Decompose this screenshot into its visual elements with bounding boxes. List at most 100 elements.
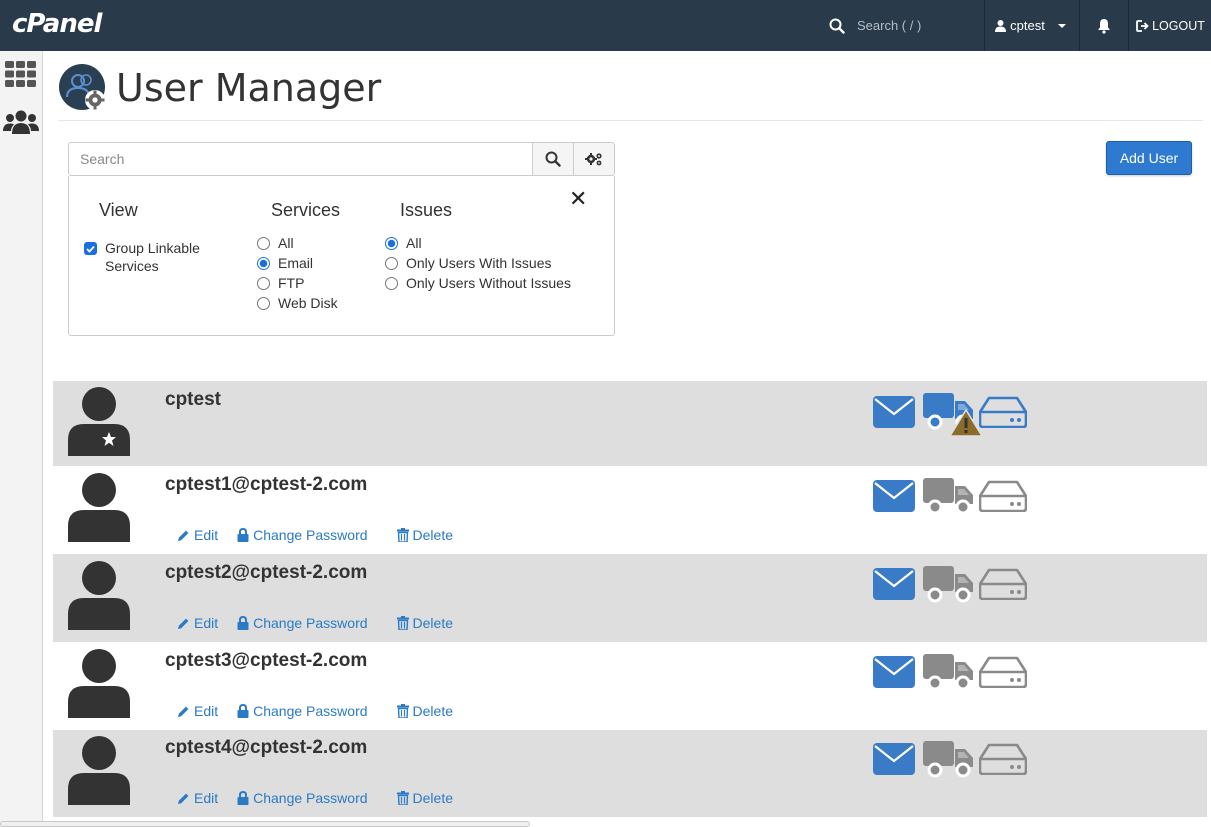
users-icon[interactable] [3, 108, 39, 136]
user-menu[interactable]: cptest [986, 0, 1078, 51]
filter-settings-button[interactable] [574, 142, 615, 176]
username: cptest2@cptest-2.com [165, 562, 368, 583]
delete-label: Delete [412, 703, 453, 719]
user-icon [995, 19, 1007, 32]
edit-link[interactable]: Edit [177, 527, 218, 543]
user-row: cptest4@cptest-2.com Edit Change Passwor… [53, 730, 1207, 817]
user-manager-icon [59, 64, 105, 110]
row-actions: Edit Change Password Delete [177, 527, 453, 543]
change-password-label: Change Password [253, 527, 368, 543]
radio-unselected-icon [257, 297, 270, 310]
service-icons [873, 476, 1027, 516]
ftp-service-icon[interactable] [923, 564, 975, 604]
services-radio-all[interactable]: All [257, 234, 294, 252]
webdisk-service-icon[interactable] [979, 656, 1027, 688]
edit-link[interactable]: Edit [177, 615, 218, 631]
bell-icon [1098, 18, 1110, 34]
logout-label: LOGOUT [1152, 18, 1205, 33]
change-password-link[interactable]: Change Password [237, 790, 368, 806]
ftp-service-icon[interactable] [923, 476, 975, 516]
edit-link[interactable]: Edit [177, 790, 218, 806]
radio-unselected-icon [257, 277, 270, 290]
close-icon[interactable]: ✕ [569, 186, 587, 212]
webdisk-service-icon[interactable] [979, 568, 1027, 600]
services-option-label: All [278, 235, 294, 251]
search-icon [545, 151, 561, 167]
trash-icon [396, 616, 409, 630]
checkbox-checked-icon [84, 242, 97, 255]
webdisk-service-icon[interactable] [979, 480, 1027, 512]
divider [1128, 0, 1129, 51]
issues-radio-without-issues[interactable]: Only Users Without Issues [385, 274, 571, 292]
user-search-input[interactable] [68, 142, 533, 176]
radio-unselected-icon [257, 237, 270, 250]
edit-label: Edit [194, 790, 219, 806]
radio-selected-icon [257, 257, 270, 270]
notifications-button[interactable] [1080, 0, 1128, 51]
pencil-icon [178, 793, 189, 804]
change-password-link[interactable]: Change Password [237, 527, 368, 543]
service-icons [873, 739, 1027, 779]
delete-link[interactable]: Delete [396, 615, 453, 631]
delete-link[interactable]: Delete [396, 790, 453, 806]
services-radio-email[interactable]: Email [257, 254, 313, 272]
webdisk-service-icon[interactable] [979, 743, 1027, 775]
cpanel-logo[interactable]: cPanel [12, 9, 102, 39]
view-heading: View [99, 200, 138, 220]
ftp-service-icon[interactable] [923, 652, 975, 692]
change-password-link[interactable]: Change Password [237, 703, 368, 719]
email-service-icon[interactable] [873, 480, 915, 512]
edit-link[interactable]: Edit [177, 703, 218, 719]
ftp-service-warning[interactable] [923, 391, 983, 437]
email-service-icon[interactable] [873, 743, 915, 775]
pencil-icon [178, 706, 189, 717]
edit-label: Edit [194, 615, 219, 631]
issues-heading: Issues [400, 200, 453, 220]
user-row: cptest1@cptest-2.com Edit Change Passwor… [53, 466, 1207, 554]
add-user-button[interactable]: Add User [1106, 141, 1192, 175]
issues-radio-with-issues[interactable]: Only Users With Issues [385, 254, 551, 272]
delete-link[interactable]: Delete [396, 527, 453, 543]
group-linkable-checkbox[interactable]: Group Linkable Services [84, 239, 224, 275]
email-service-icon[interactable] [873, 656, 915, 688]
issues-radio-all[interactable]: All [385, 234, 422, 252]
global-search[interactable]: Search ( / ) [826, 0, 984, 51]
webdisk-service-icon[interactable] [979, 396, 1027, 428]
filter-panel: ✕ View Group Linkable Services Services … [68, 176, 615, 336]
issues-option-label: Only Users With Issues [406, 255, 552, 271]
logout-button[interactable]: LOGOUT [1130, 0, 1211, 51]
change-password-label: Change Password [253, 615, 368, 631]
user-row: cptest3@cptest-2.com Edit Change Passwor… [53, 642, 1207, 730]
page-title: User Manager [116, 66, 382, 110]
user-row-cptest: cptest [53, 381, 1207, 466]
services-heading: Services [271, 200, 341, 220]
lock-icon [237, 791, 249, 805]
email-service-icon[interactable] [873, 568, 915, 600]
radio-unselected-icon [385, 277, 398, 290]
ftp-service-icon[interactable] [923, 739, 975, 779]
top-navbar: cPanel Search ( / ) cptest LOGOUT [0, 0, 1211, 51]
services-option-label: Web Disk [278, 295, 338, 311]
warning-icon [949, 409, 983, 437]
lock-icon [237, 528, 249, 542]
services-radio-webdisk[interactable]: Web Disk [257, 294, 338, 312]
username-label: cptest [1010, 18, 1045, 33]
username: cptest3@cptest-2.com [165, 650, 368, 671]
caret-down-icon [1057, 23, 1066, 28]
username: cptest4@cptest-2.com [165, 737, 368, 758]
email-service-icon[interactable] [873, 396, 915, 428]
user-avatar-icon [68, 560, 130, 630]
horizontal-scrollbar[interactable] [0, 821, 530, 827]
change-password-link[interactable]: Change Password [237, 615, 368, 631]
delete-link[interactable]: Delete [396, 703, 453, 719]
apps-grid-icon[interactable] [5, 61, 36, 87]
row-actions: Edit Change Password Delete [177, 703, 453, 719]
services-radio-ftp[interactable]: FTP [257, 274, 304, 292]
issues-option-label: All [406, 235, 422, 251]
search-button[interactable] [533, 142, 574, 176]
user-avatar-icon [68, 386, 130, 456]
trash-icon [396, 528, 409, 542]
trash-icon [396, 791, 409, 805]
services-option-label: Email [278, 255, 314, 271]
user-row: cptest2@cptest-2.com Edit Change Passwor… [53, 554, 1207, 642]
